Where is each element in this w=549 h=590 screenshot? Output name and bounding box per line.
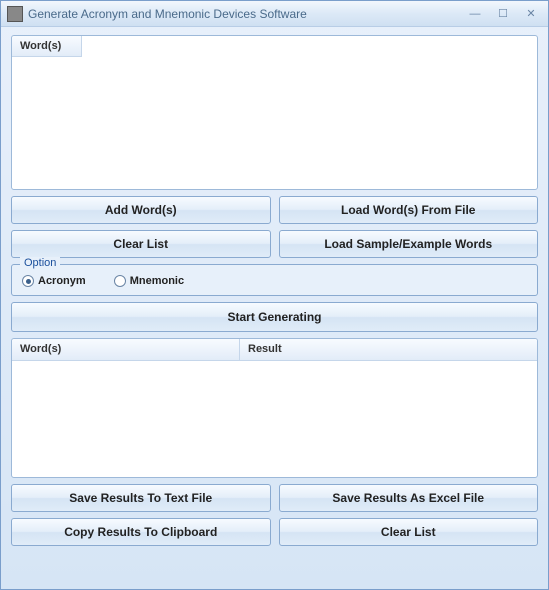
radio-icon: [22, 275, 34, 287]
option-radio-group: Acronym Mnemonic: [22, 271, 527, 287]
results-header: Word(s) Result: [12, 339, 537, 361]
words-input-panel[interactable]: Word(s): [11, 35, 538, 190]
button-row-4: Copy Results To Clipboard Clear List: [11, 518, 538, 546]
main-window: Generate Acronym and Mnemonic Devices So…: [0, 0, 549, 590]
option-fieldset: Option Acronym Mnemonic: [11, 264, 538, 296]
load-sample-button[interactable]: Load Sample/Example Words: [279, 230, 539, 258]
acronym-label: Acronym: [38, 275, 86, 287]
button-row-1: Add Word(s) Load Word(s) From File: [11, 196, 538, 224]
copy-clipboard-button[interactable]: Copy Results To Clipboard: [11, 518, 271, 546]
clear-list-top-button[interactable]: Clear List: [11, 230, 271, 258]
mnemonic-label: Mnemonic: [130, 275, 184, 287]
content-area: Word(s) Add Word(s) Load Word(s) From Fi…: [1, 27, 548, 554]
maximize-button[interactable]: ☐: [490, 6, 516, 22]
titlebar: Generate Acronym and Mnemonic Devices So…: [1, 1, 548, 27]
save-excel-button[interactable]: Save Results As Excel File: [279, 484, 539, 512]
words-column-header: Word(s): [12, 36, 82, 57]
button-row-3: Save Results To Text File Save Results A…: [11, 484, 538, 512]
add-words-button[interactable]: Add Word(s): [11, 196, 271, 224]
app-icon: [7, 6, 23, 22]
load-from-file-button[interactable]: Load Word(s) From File: [279, 196, 539, 224]
minimize-button[interactable]: —: [462, 6, 488, 22]
window-title: Generate Acronym and Mnemonic Devices So…: [28, 7, 460, 21]
button-row-2: Clear List Load Sample/Example Words: [11, 230, 538, 258]
clear-list-bottom-button[interactable]: Clear List: [279, 518, 539, 546]
results-result-column-header: Result: [240, 339, 537, 361]
start-generating-button[interactable]: Start Generating: [11, 302, 538, 332]
results-words-column-header: Word(s): [12, 339, 240, 361]
results-panel[interactable]: Word(s) Result: [11, 338, 538, 478]
mnemonic-radio[interactable]: Mnemonic: [114, 275, 184, 287]
option-legend: Option: [20, 257, 60, 269]
acronym-radio[interactable]: Acronym: [22, 275, 86, 287]
close-button[interactable]: ✕: [518, 6, 544, 22]
save-text-button[interactable]: Save Results To Text File: [11, 484, 271, 512]
radio-icon: [114, 275, 126, 287]
